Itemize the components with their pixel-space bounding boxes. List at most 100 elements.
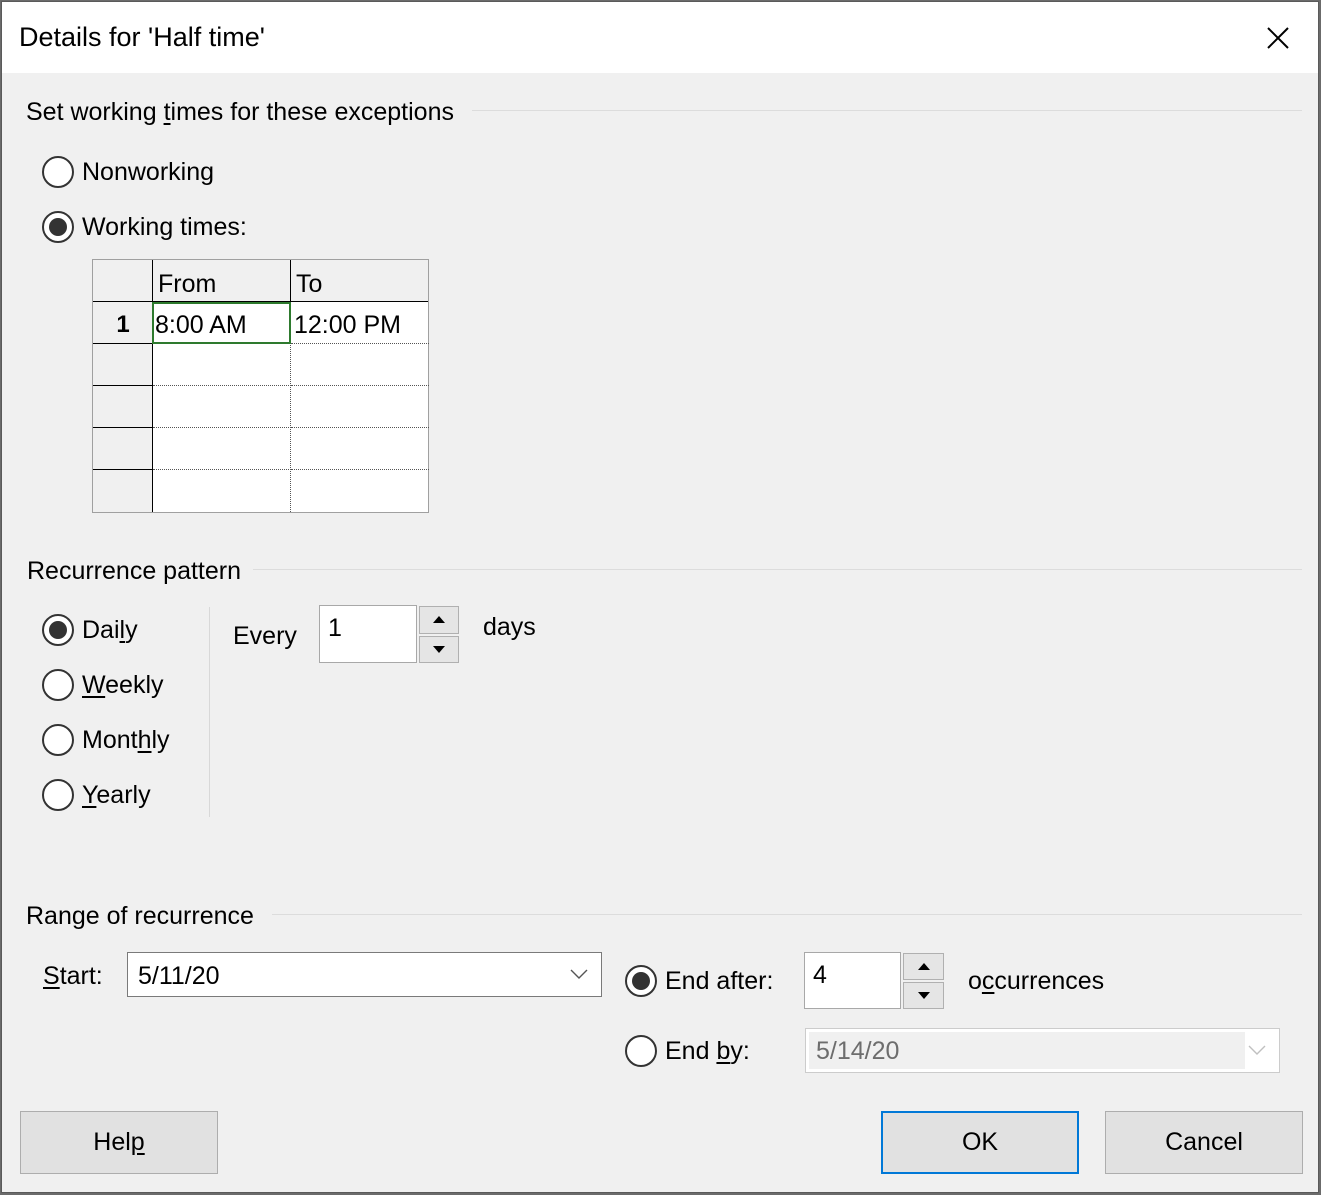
row-header[interactable] — [93, 470, 153, 512]
accelerator-key: t — [163, 98, 171, 126]
occurrences-spinner — [903, 953, 944, 1009]
every-days-input[interactable]: 1 — [319, 605, 417, 663]
column-header-to[interactable]: To — [290, 260, 429, 302]
down-arrow-icon — [433, 645, 445, 653]
grid-cell-to[interactable]: 12:00 PM — [291, 302, 429, 344]
button-label: Hel — [93, 1128, 131, 1156]
group-divider — [252, 569, 1302, 570]
ok-button[interactable]: OK — [881, 1111, 1079, 1174]
working-times-label: Working times: — [82, 212, 247, 241]
end-after-label: End after: — [665, 966, 774, 995]
accelerator-key: h — [137, 725, 152, 754]
row-header[interactable]: 1 — [93, 302, 153, 344]
decrement-button[interactable] — [419, 635, 459, 663]
label-text: Mont — [82, 725, 138, 754]
working-times-grid: From To 1 8:00 AM 12:00 PM — [92, 259, 429, 513]
accelerator-key: W — [82, 670, 106, 699]
accelerator-key: p — [130, 1128, 145, 1156]
increment-button[interactable] — [903, 953, 944, 980]
radio-circle — [42, 211, 74, 243]
label-text: End — [665, 1036, 717, 1065]
label-text: y: — [730, 1036, 750, 1065]
grid-cell-from[interactable] — [153, 428, 291, 470]
accelerator-key: S — [43, 962, 60, 990]
nonworking-radio[interactable]: Nonworking — [42, 156, 214, 188]
label-text: ly — [151, 725, 170, 754]
close-icon — [1267, 26, 1289, 49]
label-text: Dai — [82, 615, 120, 644]
yearly-radio[interactable]: Yearly — [42, 779, 151, 811]
label-text: early — [96, 780, 151, 809]
grid-cell-from[interactable] — [153, 344, 291, 386]
label-text: currences — [994, 967, 1105, 995]
grid-cell-from[interactable] — [153, 386, 291, 428]
increment-button[interactable] — [419, 606, 459, 634]
start-date-value: 5/11/20 — [138, 962, 220, 990]
accelerator-key: Y — [82, 780, 97, 809]
end-by-date-value: 5/14/20 — [816, 1037, 900, 1065]
end-after-occurrences-input[interactable]: 4 — [804, 952, 901, 1009]
radio-circle — [42, 779, 74, 811]
start-date-dropdown[interactable]: 5/11/20 — [127, 952, 602, 997]
recurrence-pattern-group-label: Recurrence pattern — [27, 557, 254, 586]
grid-cell-from[interactable]: 8:00 AM — [152, 302, 291, 344]
radio-circle — [625, 965, 657, 997]
help-button[interactable]: Hel p — [20, 1111, 218, 1174]
group-label-text: Set working — [26, 98, 164, 126]
days-label: days — [483, 613, 536, 641]
pattern-separator — [209, 607, 210, 817]
radio-circle — [42, 156, 74, 188]
group-label-text: imes for these exceptions — [170, 98, 454, 126]
weekly-label: Weekly — [82, 671, 164, 700]
range-of-recurrence-group-label: Range of recurrence — [26, 902, 266, 931]
daily-label: Daily — [82, 616, 138, 645]
row-header[interactable] — [93, 344, 153, 386]
grid-cell-from[interactable] — [153, 470, 291, 512]
decrement-button[interactable] — [903, 982, 944, 1009]
nonworking-label: Nonworking — [82, 157, 215, 186]
up-arrow-icon — [433, 616, 445, 624]
monthly-label: Monthly — [82, 726, 170, 755]
radio-selected-dot — [49, 218, 67, 236]
start-label: Start: — [43, 962, 103, 991]
details-dialog: Details for 'Half time' Set working time… — [1, 1, 1319, 1193]
radio-circle — [625, 1035, 657, 1067]
grid-cell-to[interactable] — [291, 470, 429, 512]
up-arrow-icon — [917, 963, 930, 970]
column-header-from[interactable]: From — [152, 260, 291, 302]
cancel-button[interactable]: Cancel — [1105, 1111, 1303, 1174]
weekly-radio[interactable]: Weekly — [42, 669, 164, 701]
label-text: eekly — [105, 670, 164, 699]
radio-circle — [42, 614, 74, 646]
grid-cell-to[interactable] — [291, 428, 429, 470]
accelerator-key: b — [716, 1036, 731, 1065]
working-times-group-label: Set working times for these exceptions — [26, 98, 466, 127]
working-times-radio[interactable]: Working times: — [42, 211, 247, 243]
radio-selected-dot — [49, 621, 67, 639]
chevron-down-icon — [1248, 1045, 1266, 1055]
end-by-date-dropdown[interactable]: 5/14/20 — [805, 1028, 1280, 1073]
label-text: y — [125, 615, 138, 644]
every-label: Every — [233, 622, 297, 650]
group-divider — [472, 110, 1302, 111]
radio-circle — [42, 669, 74, 701]
group-divider — [272, 914, 1302, 915]
row-header[interactable] — [93, 386, 153, 428]
down-arrow-icon — [917, 992, 930, 999]
row-header[interactable] — [93, 428, 153, 470]
chevron-down-icon — [570, 969, 588, 979]
monthly-radio[interactable]: Monthly — [42, 724, 170, 756]
label-text: tart: — [59, 962, 103, 990]
title-bar: Details for 'Half time' — [2, 2, 1318, 73]
accelerator-key: c — [981, 967, 995, 995]
close-button[interactable] — [1238, 2, 1318, 73]
end-by-label: End by: — [665, 1037, 750, 1066]
daily-radio[interactable]: Daily — [42, 614, 138, 646]
occurrences-label: occurrences — [968, 967, 1104, 996]
end-after-radio[interactable]: End after: — [625, 965, 773, 997]
end-by-radio[interactable]: End by: — [625, 1035, 750, 1067]
dialog-title: Details for 'Half time' — [19, 22, 265, 52]
grid-cell-to[interactable] — [291, 386, 429, 428]
grid-cell-to[interactable] — [291, 344, 429, 386]
label-text: o — [968, 967, 982, 995]
